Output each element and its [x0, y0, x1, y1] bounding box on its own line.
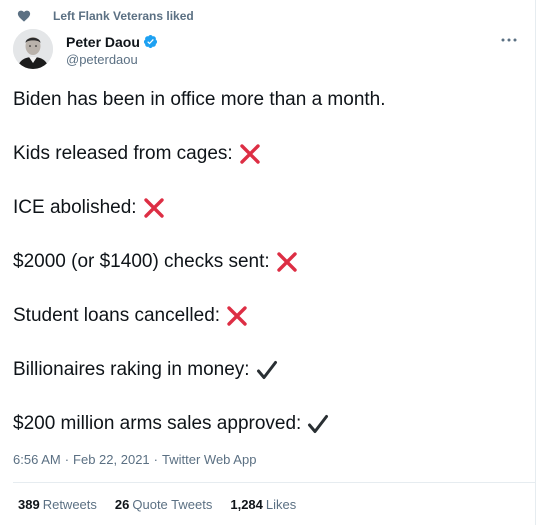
cross-mark-icon: [143, 197, 165, 219]
divider: [13, 482, 535, 483]
tweet-source[interactable]: Twitter Web App: [162, 452, 256, 467]
tweet-line-text: Kids released from cages:: [13, 143, 233, 164]
meta-separator: ·: [64, 452, 70, 467]
tweet-line: Billionaires raking in money:: [13, 358, 513, 382]
tweet-line: $200 million arms sales approved:: [13, 412, 513, 436]
heart-icon: [17, 9, 31, 23]
tweet-line: Biden has been in office more than a mon…: [13, 88, 513, 112]
retweets-label: Retweets: [42, 497, 97, 512]
retweets-stat[interactable]: 389 Retweets: [18, 497, 97, 512]
quote-tweets-label: Quote Tweets: [132, 497, 213, 512]
tweet-line-text: Student loans cancelled:: [13, 305, 221, 326]
tweet-date[interactable]: Feb 22, 2021: [73, 452, 150, 467]
check-mark-icon: [256, 359, 278, 381]
tweet-line-text: Billionaires raking in money:: [13, 359, 250, 380]
cross-mark-icon: [276, 251, 298, 273]
cross-mark-icon: [239, 143, 261, 165]
meta-separator: ·: [153, 452, 159, 467]
tweet-stats: 389 Retweets 26 Quote Tweets 1,284 Likes: [18, 497, 314, 512]
tweet-line-text: Biden has been in office more than a mon…: [13, 89, 386, 110]
tweet-time[interactable]: 6:56 AM: [13, 452, 61, 467]
tweet-line-text: ICE abolished:: [13, 197, 137, 218]
avatar[interactable]: [13, 29, 53, 69]
tweet-line-text: $200 million arms sales approved:: [13, 413, 302, 434]
tweet-meta: 6:56 AM · Feb 22, 2021 · Twitter Web App: [13, 452, 256, 467]
author-handle[interactable]: @peterdaou: [66, 52, 158, 67]
tweet-text: Biden has been in office more than a mon…: [13, 88, 513, 466]
tweet-line: Student loans cancelled:: [13, 304, 513, 328]
likes-label: Likes: [265, 497, 297, 512]
tweet-line: $2000 (or $1400) checks sent:: [13, 250, 513, 274]
name-row: Peter Daou: [66, 32, 158, 51]
likes-stat[interactable]: 1,284 Likes: [230, 497, 296, 512]
tweet-line: ICE abolished:: [13, 196, 513, 220]
likes-count: 1,284: [230, 497, 263, 512]
author-name[interactable]: Peter Daou: [66, 34, 140, 50]
author-block: Peter Daou @peterdaou: [66, 32, 158, 67]
tweet-card: Left Flank Veterans liked Peter Daou @pe…: [0, 0, 536, 525]
quote-tweets-stat[interactable]: 26 Quote Tweets: [115, 497, 212, 512]
tweet-line: Kids released from cages:: [13, 142, 513, 166]
tweet-line-text: $2000 (or $1400) checks sent:: [13, 251, 270, 272]
social-context-label: Left Flank Veterans liked: [53, 9, 194, 23]
verified-badge-icon: [143, 34, 158, 49]
quote-tweets-count: 26: [114, 497, 130, 512]
social-context: Left Flank Veterans liked: [17, 8, 194, 24]
more-options-icon[interactable]: [499, 30, 519, 50]
check-mark-icon: [307, 413, 329, 435]
cross-mark-icon: [226, 305, 248, 327]
retweets-count: 389: [18, 497, 40, 512]
